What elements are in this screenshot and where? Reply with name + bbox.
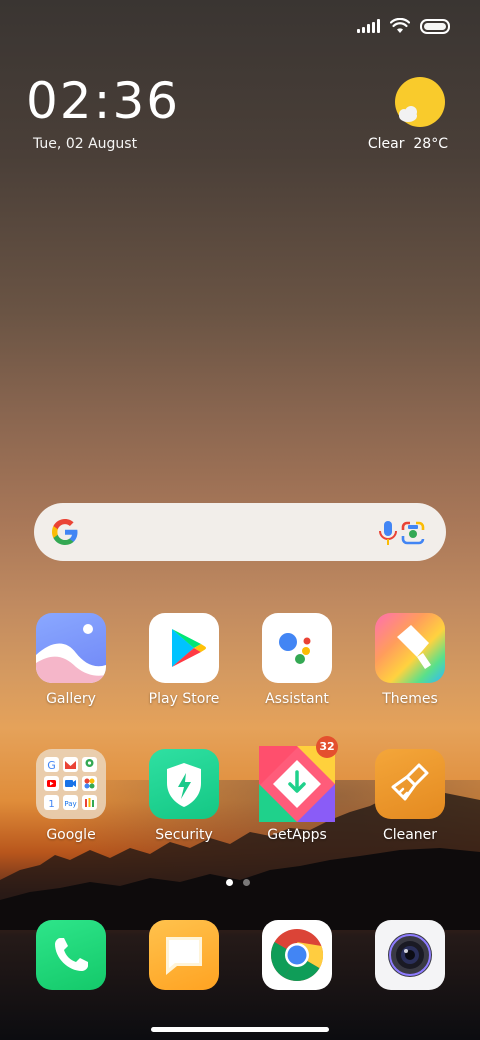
play-store-icon — [149, 613, 219, 683]
app-play-store[interactable]: Play Store — [134, 613, 234, 707]
status-bar — [357, 18, 450, 34]
app-label: Themes — [382, 691, 438, 707]
notification-badge: 32 — [316, 736, 338, 758]
svg-text:1: 1 — [48, 799, 54, 810]
app-label: GetApps — [267, 827, 327, 843]
dock-phone[interactable] — [21, 920, 121, 990]
app-label: Cleaner — [382, 827, 438, 843]
page-dot[interactable] — [243, 879, 250, 886]
dock-camera[interactable] — [360, 920, 460, 990]
app-cleaner[interactable]: Cleaner — [360, 749, 460, 843]
app-label: Google — [46, 827, 96, 843]
clock-time[interactable]: 02:36 — [26, 72, 180, 130]
svg-text:Pay: Pay — [64, 800, 76, 808]
app-google-folder[interactable]: G 1 Pay Google — [21, 749, 121, 843]
app-themes[interactable]: Themes — [360, 613, 460, 707]
app-label: Assistant — [265, 691, 329, 707]
battery-icon — [420, 18, 450, 34]
getapps-icon: 32 — [259, 736, 338, 822]
google-folder-icon: G 1 Pay — [36, 749, 106, 819]
dock-chrome[interactable] — [247, 920, 347, 990]
phone-icon — [36, 920, 106, 990]
svg-text:G: G — [47, 759, 56, 772]
page-dot-active[interactable] — [226, 879, 233, 886]
cleaner-icon — [375, 749, 445, 819]
app-getapps[interactable]: 32 GetApps — [247, 736, 347, 843]
app-label: Security — [155, 827, 213, 843]
app-assistant[interactable]: Assistant — [247, 613, 347, 707]
assistant-icon — [262, 613, 332, 683]
themes-icon — [375, 613, 445, 683]
camera-icon — [375, 920, 445, 990]
messages-icon — [149, 920, 219, 990]
security-icon — [149, 749, 219, 819]
chrome-icon — [262, 920, 332, 990]
partly-cloudy-sun-icon[interactable] — [394, 76, 446, 128]
dock-messages[interactable] — [134, 920, 234, 990]
gallery-icon — [36, 613, 106, 683]
wifi-icon — [390, 18, 410, 33]
clock-date[interactable]: Tue, 02 August — [33, 136, 137, 152]
signal-icon — [357, 19, 380, 33]
home-indicator[interactable] — [151, 1027, 329, 1032]
app-label: Play Store — [148, 691, 220, 707]
google-g-icon — [52, 519, 78, 545]
lens-icon[interactable] — [400, 520, 426, 546]
page-indicator[interactable] — [226, 879, 250, 886]
app-gallery[interactable]: Gallery — [21, 613, 121, 707]
mic-icon[interactable] — [376, 519, 400, 547]
google-search-bar[interactable] — [34, 503, 446, 561]
app-security[interactable]: Security — [134, 749, 234, 843]
app-label: Gallery — [46, 691, 96, 707]
weather-summary[interactable]: Clear 28°C — [368, 136, 448, 152]
